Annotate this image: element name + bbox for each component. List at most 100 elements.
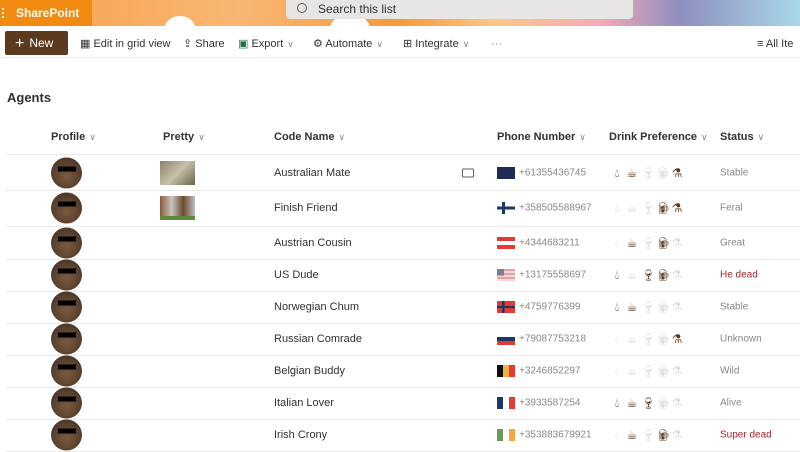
export-button[interactable]: ▣ Export ∨	[238, 30, 294, 58]
wine-glass-icon: 🍷︎	[641, 300, 657, 314]
column-header[interactable]: Drink Preference ∨	[609, 131, 708, 143]
integrate-label: Integrate	[415, 38, 459, 50]
chevron-down-icon: ∨	[198, 132, 205, 142]
code-name[interactable]: US Dude	[274, 269, 319, 281]
command-bar: + New ▦ Edit in grid view ⇪ Share ▣ Expor…	[0, 30, 800, 58]
drink-preference: 💧︎ ☕︎ 🍷︎ 🍺︎ ⚗︎	[611, 268, 683, 282]
column-header[interactable]: Phone Number ∨	[497, 131, 586, 143]
list-row[interactable]: Australian Mate +61355436745 💧︎ ☕︎ 🍷︎ 🍺︎ ⚗︎ Sta…	[6, 155, 800, 190]
plus-icon: +	[15, 35, 25, 52]
water-drop-icon: 💧︎	[614, 235, 620, 250]
wine-glass-icon: 🍷︎	[641, 268, 657, 282]
share-button[interactable]: ⇪ Share	[183, 30, 225, 58]
column-header[interactable]: Code Name ∨	[274, 131, 345, 143]
drink-preference: 💧︎ ☕︎ 🍷︎ 🍺︎ ⚗︎	[611, 396, 683, 410]
chevron-down-icon: ∨	[89, 132, 96, 142]
grid-icon: ▦	[80, 38, 94, 50]
list-title: Agents	[7, 90, 52, 105]
automate-button[interactable]: ⚙ Automate ∨	[313, 30, 383, 58]
code-name[interactable]: Irish Crony	[274, 429, 327, 441]
code-name[interactable]: Russian Comrade	[274, 333, 362, 345]
avatar	[51, 419, 82, 451]
flag-finland-icon	[497, 202, 515, 214]
flask-icon: ⚗︎	[671, 300, 683, 314]
more-button[interactable]: ···	[491, 30, 502, 58]
list-row[interactable]: Italian Lover +3933587254 💧︎ ☕︎ 🍷︎ 🍺︎ ⚗︎ Alive	[6, 387, 800, 419]
chevron-down-icon: ∨	[287, 39, 294, 49]
code-name[interactable]: Finish Friend	[274, 202, 338, 214]
pretty-thumbnail[interactable]	[160, 160, 195, 185]
status-text: Stable	[720, 301, 749, 313]
chevron-down-icon: ∨	[579, 132, 586, 142]
chevron-down-icon: ∨	[757, 132, 765, 142]
edit-grid-button[interactable]: ▦ Edit in grid view	[80, 30, 171, 58]
flag-ireland-icon	[497, 429, 515, 441]
brand-name: SharePoint	[16, 6, 80, 20]
status-text: Great	[720, 237, 746, 248]
column-header[interactable]: Profile ∨	[51, 131, 96, 143]
code-name[interactable]: Belgian Buddy	[274, 365, 345, 377]
wine-glass-icon: 🍷︎	[641, 165, 657, 180]
drink-preference: 💧︎ ☕︎ 🍷︎ 🍺︎ ⚗︎	[611, 201, 683, 215]
avatar	[51, 157, 82, 188]
list-row[interactable]: Norwegian Chum +4759776399 💧︎ ☕︎ 🍷︎ 🍺︎ ⚗︎ Stabl…	[6, 291, 800, 323]
beer-mug-icon: 🍺︎	[656, 428, 672, 442]
avatar	[51, 259, 82, 291]
status-text: Super dead	[720, 429, 772, 441]
list-row[interactable]: Austrian Cousin +4344683211 💧︎ ☕︎ 🍷︎ 🍺︎ ⚗︎ Grea…	[6, 226, 800, 259]
status-text: He dead	[720, 269, 758, 281]
edit-grid-label: Edit in grid view	[93, 38, 171, 50]
beer-mug-icon: 🍺︎	[656, 300, 672, 314]
coffee-icon: ☕︎	[626, 201, 638, 215]
column-header[interactable]: Pretty ∨	[163, 131, 205, 143]
code-name[interactable]: Australian Mate	[274, 167, 350, 179]
waffle-icon[interactable]	[2, 8, 6, 18]
wine-glass-icon: 🍷︎	[641, 428, 657, 442]
beer-mug-icon: 🍺︎	[656, 396, 672, 410]
chevron-down-icon: ∨	[376, 39, 383, 49]
list-row[interactable]: Belgian Buddy +3246852297 💧︎ ☕︎ 🍷︎ 🍺︎ ⚗︎ Wild	[6, 355, 800, 387]
drink-preference: 💧︎ ☕︎ 🍷︎ 🍺︎ ⚗︎	[611, 166, 683, 180]
drink-preference: 💧︎ ☕︎ 🍷︎ 🍺︎ ⚗︎	[611, 300, 683, 314]
list-row[interactable]: Irish Crony +353883679921 💧︎ ☕︎ 🍷︎ 🍺︎ ⚗︎ Super …	[6, 419, 800, 451]
column-header-label: Pretty	[163, 131, 195, 143]
water-drop-icon: 💧︎	[614, 300, 620, 314]
flask-icon: ⚗︎	[671, 396, 683, 410]
new-button[interactable]: + New	[5, 31, 68, 55]
wine-glass-icon: 🍷︎	[641, 364, 657, 378]
integrate-button[interactable]: ⊞ Integrate ∨	[403, 30, 469, 58]
pretty-thumbnail[interactable]	[160, 196, 195, 220]
wine-glass-icon: 🍷︎	[641, 332, 657, 346]
code-name[interactable]: Norwegian Chum	[274, 301, 359, 313]
app-launcher-brand[interactable]: SharePoint	[0, 0, 92, 26]
avatar	[51, 192, 82, 224]
comment-icon[interactable]	[462, 168, 474, 177]
flask-icon: ⚗︎	[671, 268, 683, 282]
avatar	[51, 323, 82, 355]
code-name[interactable]: Austrian Cousin	[274, 237, 352, 249]
water-drop-icon: 💧︎	[614, 364, 620, 378]
suite-header: SharePoint Search this list	[0, 0, 800, 26]
code-name[interactable]: Italian Lover	[274, 397, 334, 409]
list-row[interactable]: US Dude +13175558697 💧︎ ☕︎ 🍷︎ 🍺︎ ⚗︎ He dead	[6, 259, 800, 291]
flask-icon: ⚗︎	[671, 201, 683, 215]
avatar	[51, 291, 82, 323]
beer-mug-icon: 🍺︎	[656, 332, 672, 346]
column-header[interactable]: Status ∨	[720, 131, 764, 143]
view-selector[interactable]: ≡ All Ite	[757, 30, 793, 58]
status-text: Wild	[720, 365, 740, 377]
beer-mug-icon: 🍺︎	[656, 165, 672, 180]
coffee-icon: ☕︎	[626, 332, 638, 346]
drink-preference: 💧︎ ☕︎ 🍷︎ 🍺︎ ⚗︎	[611, 428, 683, 442]
column-header-label: Phone Number	[497, 131, 576, 143]
share-label: Share	[195, 38, 225, 50]
beer-mug-icon: 🍺︎	[656, 235, 672, 250]
flag-austria-icon	[497, 236, 515, 249]
water-drop-icon: 💧︎	[614, 165, 620, 180]
column-header-label: Status	[720, 131, 754, 143]
status-text: Alive	[720, 397, 742, 409]
search-input[interactable]: Search this list	[286, 0, 633, 19]
automate-label: Automate	[325, 38, 373, 50]
list-row[interactable]: Finish Friend +358505588967 💧︎ ☕︎ 🍷︎ 🍺︎ ⚗︎ Fera…	[6, 190, 800, 226]
list-row[interactable]: Russian Comrade +79087753218 💧︎ ☕︎ 🍷︎ 🍺︎ ⚗︎ Unk…	[6, 323, 800, 355]
